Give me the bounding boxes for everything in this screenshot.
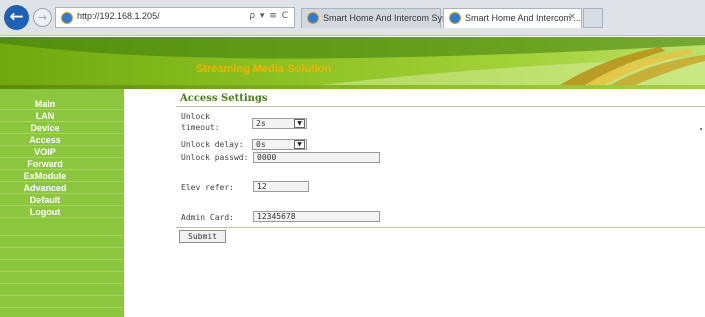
browser-tab-2[interactable]: Smart Home And Intercom ... ×: [443, 8, 582, 28]
submit-button[interactable]: Submit: [179, 230, 226, 243]
sidebar-empty-rows: [0, 224, 124, 308]
close-tab-icon[interactable]: ×: [568, 12, 576, 22]
sidebar-item-device[interactable]: Device: [0, 122, 124, 134]
forward-arrow-icon[interactable]: →: [33, 8, 52, 27]
sidebar: Main LAN Device Access VOIP Forward ExMo…: [0, 89, 124, 317]
unlock-delay-select[interactable]: 0s ▼: [252, 139, 307, 150]
sidebar-divider: [0, 272, 124, 284]
form-divider: [176, 227, 705, 228]
admin-card-label: Admin Card:: [181, 213, 234, 222]
address-bar[interactable]: http://192.168.1.205/ ρ ▾ ≡ C: [55, 7, 295, 28]
sidebar-item-lan[interactable]: LAN: [0, 110, 124, 122]
ie-favicon-icon: [449, 12, 461, 24]
unlock-timeout-select[interactable]: 2s ▼: [252, 118, 307, 129]
ie-favicon-icon: [61, 12, 73, 24]
unlock-delay-value: 0s: [256, 140, 266, 149]
address-controls-icons[interactable]: ρ ▾ ≡ C: [249, 11, 289, 21]
ie-favicon-icon: [307, 12, 319, 24]
sidebar-item-voip[interactable]: VOIP: [0, 146, 124, 158]
sidebar-item-logout[interactable]: Logout: [0, 206, 124, 218]
tab-label: Smart Home And Intercom ...: [465, 13, 582, 23]
header-banner: Streaming Media Solution: [0, 37, 705, 85]
chevron-down-icon[interactable]: ▼: [294, 140, 305, 149]
sidebar-divider: [0, 296, 124, 308]
sidebar-menu: Main LAN Device Access VOIP Forward ExMo…: [0, 98, 124, 218]
browser-toolbar: ← → http://192.168.1.205/ ρ ▾ ≡ C Smart …: [0, 0, 705, 36]
tab-label: Smart Home And Intercom Sys...: [323, 13, 455, 23]
page-title: Access Settings: [180, 93, 268, 104]
banner-title: Streaming Media Solution: [196, 63, 332, 75]
browser-tab-1[interactable]: Smart Home And Intercom Sys...: [301, 8, 454, 28]
sidebar-item-access[interactable]: Access: [0, 134, 124, 146]
unlock-passwd-input[interactable]: 0000: [253, 152, 380, 163]
sidebar-divider: [0, 284, 124, 296]
banner-swoosh-graphic: [0, 37, 705, 85]
title-divider: [176, 106, 705, 107]
back-arrow-icon[interactable]: ←: [4, 5, 29, 30]
sidebar-divider: [0, 260, 124, 272]
sidebar-item-main[interactable]: Main: [0, 98, 124, 110]
sidebar-item-advanced[interactable]: Advanced: [0, 182, 124, 194]
sidebar-divider: [0, 236, 124, 248]
admin-card-input[interactable]: 12345678: [253, 211, 380, 222]
address-url[interactable]: http://192.168.1.205/: [77, 11, 160, 21]
unlock-delay-label: Unlock delay:: [181, 140, 244, 149]
unlock-timeout-value: 2s: [256, 119, 266, 128]
unlock-timeout-label-line2: timeout:: [181, 123, 220, 132]
sidebar-item-forward[interactable]: Forward: [0, 158, 124, 170]
sidebar-item-exmodule[interactable]: ExModule: [0, 170, 124, 182]
chevron-down-icon[interactable]: ▼: [294, 119, 305, 128]
new-tab-button[interactable]: [583, 8, 603, 28]
elev-refer-input[interactable]: 12: [253, 181, 309, 192]
unlock-passwd-label: Unlock passwd:: [181, 153, 249, 162]
sidebar-item-default[interactable]: Default: [0, 194, 124, 206]
elev-refer-label: Elev refer:: [181, 183, 234, 192]
sidebar-divider: [0, 248, 124, 260]
sidebar-divider: [0, 224, 124, 236]
scroll-marker: [700, 128, 702, 130]
unlock-timeout-label-line1: Unlock: [181, 112, 210, 121]
